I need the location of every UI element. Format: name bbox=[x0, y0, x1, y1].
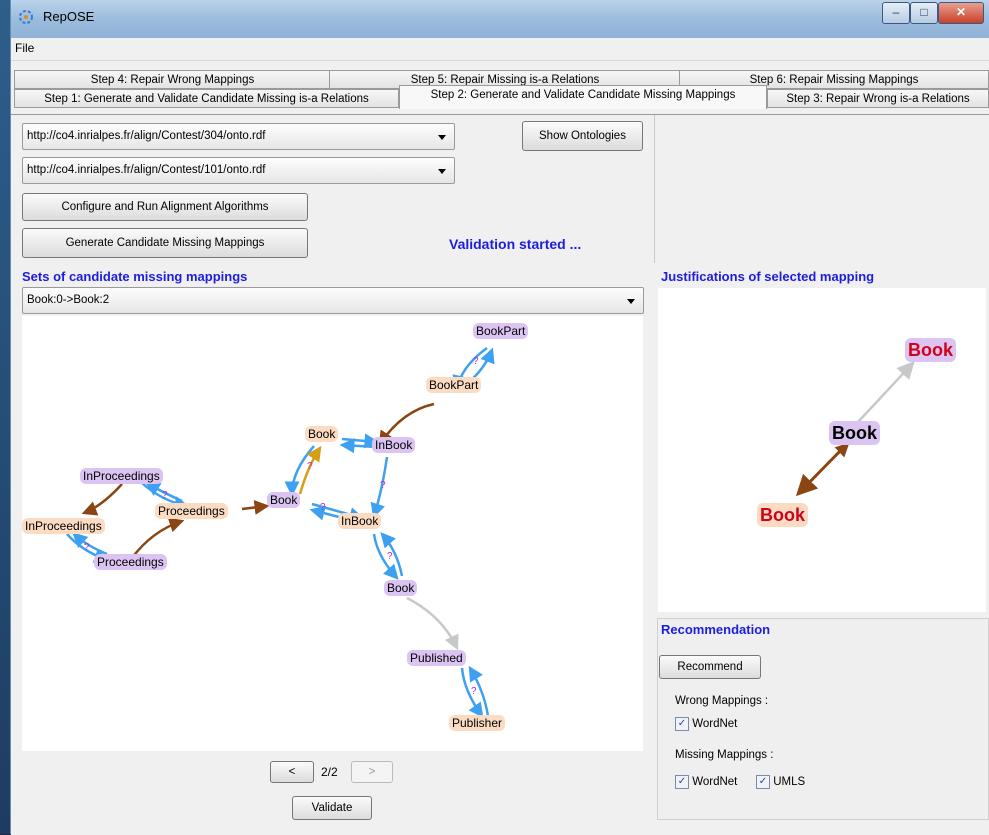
show-ontologies-button[interactable]: Show Ontologies bbox=[522, 121, 643, 151]
generate-candidates-button[interactable]: Generate Candidate Missing Mappings bbox=[22, 228, 308, 258]
missing-umls-option[interactable]: ✓ UMLS bbox=[756, 775, 805, 789]
next-page-button[interactable]: > bbox=[351, 761, 393, 783]
tab-step6-label: Step 6: Repair Missing Mappings bbox=[749, 74, 919, 86]
graph-node[interactable]: Book bbox=[384, 580, 418, 596]
graph-node[interactable]: BookPart bbox=[473, 323, 529, 339]
wrong-mappings-label: Wrong Mappings : bbox=[675, 695, 769, 707]
candidate-set-select[interactable]: Book:0->Book:2 bbox=[22, 287, 644, 314]
missing-mappings-label: Missing Mappings : bbox=[675, 749, 774, 761]
tab-step2[interactable]: Step 2: Generate and Validate Candidate … bbox=[399, 85, 767, 109]
edge-marker: ? bbox=[380, 480, 386, 491]
divider bbox=[654, 115, 655, 263]
graph-node[interactable]: Proceedings bbox=[94, 554, 167, 570]
graph-node[interactable]: BookPart bbox=[426, 377, 482, 393]
ontology1-value: http://co4.inrialpes.fr/align/Contest/30… bbox=[27, 130, 266, 142]
justification-node[interactable]: Book bbox=[829, 421, 880, 445]
ontology2-select[interactable]: http://co4.inrialpes.fr/align/Contest/10… bbox=[22, 157, 455, 184]
menu-bar: File bbox=[11, 38, 989, 61]
graph-node[interactable]: InBook bbox=[372, 437, 416, 453]
configure-run-button[interactable]: Configure and Run Alignment Algorithms bbox=[22, 193, 308, 221]
wrong-wordnet-option[interactable]: ✓ WordNet bbox=[675, 717, 737, 731]
graph-node[interactable]: Publisher bbox=[449, 715, 506, 731]
tab-step3[interactable]: Step 3: Repair Wrong is-a Relations bbox=[767, 89, 989, 108]
edge-marker: ? bbox=[471, 686, 477, 697]
edge-marker: ? bbox=[473, 356, 479, 367]
step2-panel: http://co4.inrialpes.fr/align/Contest/30… bbox=[11, 114, 989, 835]
tab-step3-label: Step 3: Repair Wrong is-a Relations bbox=[786, 93, 970, 105]
checkbox-checked-icon[interactable]: ✓ bbox=[675, 775, 689, 789]
candidate-graph[interactable]: ? ? ? ? ? ? ? ? BookPart BookPart Book I… bbox=[22, 316, 643, 751]
prev-page-button[interactable]: < bbox=[270, 761, 314, 783]
title-bar: RepOSE – □ ✕ bbox=[11, 0, 989, 38]
graph-node[interactable]: Book bbox=[267, 492, 301, 508]
edge-marker: ? bbox=[307, 461, 313, 472]
tab-step1[interactable]: Step 1: Generate and Validate Candidate … bbox=[14, 89, 399, 108]
justification-node[interactable]: Book bbox=[905, 338, 956, 362]
tab-step2-label: Step 2: Generate and Validate Candidate … bbox=[430, 89, 736, 101]
page-indicator: 2/2 bbox=[321, 765, 338, 779]
ontology1-select[interactable]: http://co4.inrialpes.fr/align/Contest/30… bbox=[22, 123, 455, 150]
tab-step4[interactable]: Step 4: Repair Wrong Mappings bbox=[14, 70, 331, 89]
validation-status: Validation started ... bbox=[449, 236, 582, 252]
chevron-down-icon bbox=[627, 299, 635, 304]
graph-node[interactable]: Published bbox=[407, 650, 466, 666]
edge-marker: ? bbox=[387, 551, 393, 562]
maximize-button[interactable]: □ bbox=[910, 2, 938, 24]
chevron-down-icon bbox=[438, 135, 446, 140]
app-window: RepOSE – □ ✕ File Step 4: Repair Wrong M… bbox=[10, 0, 989, 835]
graph-edges: ? ? ? ? ? ? ? ? bbox=[66, 346, 495, 719]
tab-step1-label: Step 1: Generate and Validate Candidate … bbox=[44, 93, 369, 105]
checkbox-checked-icon[interactable]: ✓ bbox=[756, 775, 770, 789]
edge-marker: ? bbox=[84, 542, 90, 553]
edge-marker: ? bbox=[162, 490, 168, 501]
justification-node[interactable]: Book bbox=[757, 503, 808, 527]
candidates-title: Sets of candidate missing mappings bbox=[22, 269, 248, 284]
graph-node[interactable]: InProceedings bbox=[22, 518, 105, 534]
validate-button[interactable]: Validate bbox=[292, 796, 372, 820]
close-button[interactable]: ✕ bbox=[938, 2, 984, 24]
graph-node[interactable]: Proceedings bbox=[155, 503, 228, 519]
missing-wordnet-label: WordNet bbox=[692, 776, 738, 789]
edge-marker: ? bbox=[320, 502, 326, 513]
justification-edges bbox=[795, 361, 915, 497]
checkbox-checked-icon[interactable]: ✓ bbox=[675, 717, 689, 731]
minimize-button[interactable]: – bbox=[882, 2, 910, 24]
chevron-down-icon bbox=[438, 169, 446, 174]
wrong-wordnet-label: WordNet bbox=[692, 718, 738, 731]
candidate-set-value: Book:0->Book:2 bbox=[27, 294, 110, 306]
recommendation-title: Recommendation bbox=[661, 622, 771, 637]
justification-title: Justifications of selected mapping bbox=[661, 269, 875, 284]
menu-file[interactable]: File bbox=[15, 41, 34, 55]
missing-wordnet-option[interactable]: ✓ WordNet bbox=[675, 775, 737, 789]
app-logo-icon bbox=[19, 10, 33, 24]
justification-graph[interactable]: Book Book Book bbox=[658, 288, 986, 612]
recommend-button[interactable]: Recommend bbox=[659, 655, 761, 679]
ontology2-value: http://co4.inrialpes.fr/align/Contest/10… bbox=[27, 164, 266, 176]
tab-step4-label: Step 4: Repair Wrong Mappings bbox=[90, 74, 255, 86]
graph-node[interactable]: InBook bbox=[338, 513, 382, 529]
graph-node[interactable]: InProceedings bbox=[80, 468, 163, 484]
missing-umls-label: UMLS bbox=[773, 776, 806, 789]
window-title: RepOSE bbox=[43, 9, 95, 24]
graph-node[interactable]: Book bbox=[305, 426, 339, 442]
